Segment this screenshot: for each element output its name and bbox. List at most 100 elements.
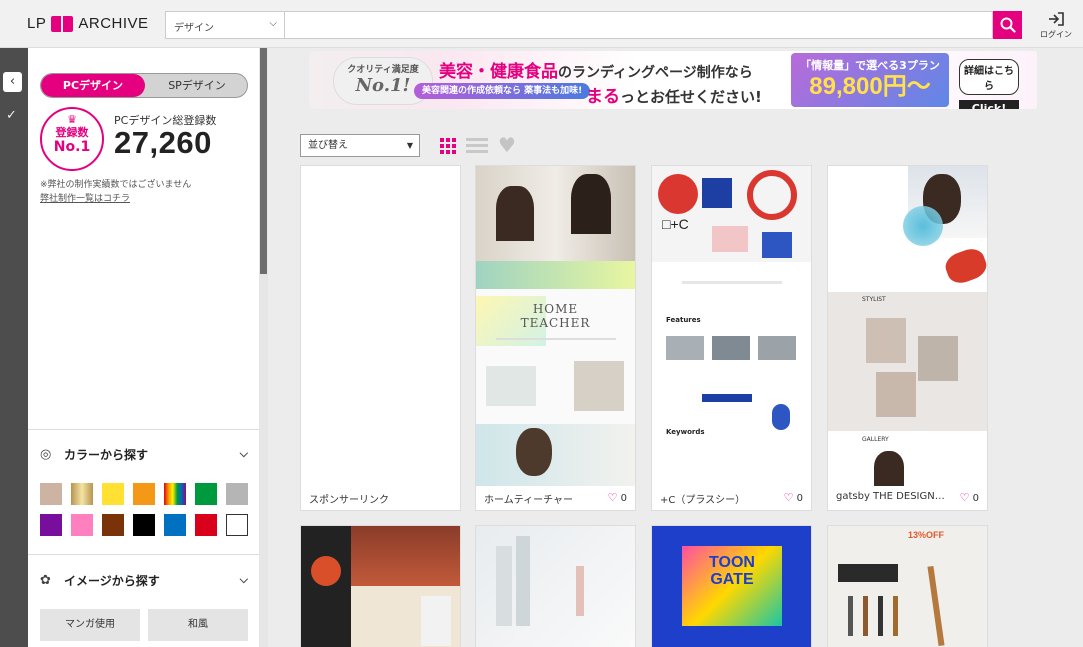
card-apagard[interactable]	[475, 525, 636, 647]
heart-icon: ♡	[783, 491, 794, 504]
card-sponsor[interactable]: スポンサーリンク	[300, 165, 461, 511]
swatch-orange[interactable]	[133, 483, 155, 505]
badge-line2: No.1	[53, 139, 91, 155]
badge-line1: 登録数	[55, 126, 89, 139]
category-select[interactable]: デザイン ⌵	[165, 11, 284, 39]
swatch-yellow[interactable]	[102, 483, 124, 505]
banner-cta[interactable]: 詳細はこちら Click!	[959, 59, 1019, 109]
color-section-title: カラーから探す	[64, 447, 149, 462]
card-title: +C（プラスシー）	[660, 495, 746, 506]
list-view-icon[interactable]	[466, 138, 488, 154]
logo-text-left: LP	[27, 15, 47, 32]
banner-maru: まる	[586, 87, 620, 107]
card-gatsby[interactable]: STYLIST GALLERY gatsby THE DESIGN… ♡ 0	[827, 165, 988, 511]
swatch-green[interactable]	[195, 483, 217, 505]
image-section-title: イメージから探す	[64, 573, 160, 588]
banner-line2: まるっとお任せください!	[586, 82, 762, 107]
banner-plan: 「情報量」で選べる3プラン 89,800円〜	[791, 53, 949, 107]
login-button[interactable]: ログイン	[1040, 11, 1072, 40]
heart-icon: ♡	[959, 491, 970, 504]
site-logo[interactable]: LP ARCHIVE	[27, 15, 149, 32]
card-title: ホームティーチャー	[484, 495, 573, 506]
like-number: 0	[620, 493, 627, 504]
banner-quality: クオリティ満足度	[347, 65, 419, 75]
sort-select[interactable]: 並び替え ▼	[300, 134, 420, 157]
toon-gate-title: TOON GATE	[709, 554, 755, 588]
category-select-value: デザイン	[174, 23, 214, 34]
like-count[interactable]: ♡ 0	[960, 491, 979, 504]
banner-sub: 美容関連の作成依頼なら 薬事法も加味!	[414, 83, 591, 99]
card-shark[interactable]: 13%OFF	[827, 525, 988, 647]
like-count[interactable]: ♡ 0	[608, 491, 627, 504]
divider	[28, 429, 259, 430]
collapse-sidebar-button[interactable]: ‹	[3, 72, 22, 92]
search-bar: デザイン ⌵	[165, 11, 1022, 39]
tag-button-japanese[interactable]: 和風	[148, 609, 248, 641]
heart-icon: ♡	[607, 491, 618, 504]
card-plus-c[interactable]: □+C Features Keywords +C（プラスシー） ♡ 0	[651, 165, 812, 511]
swatch-gray[interactable]	[226, 483, 248, 505]
like-number: 0	[796, 493, 803, 504]
features-heading: Features	[666, 316, 701, 324]
banner-click: Click!	[959, 100, 1019, 109]
card-title: gatsby THE DESIGN…	[836, 491, 945, 502]
search-input[interactable]	[284, 11, 993, 39]
image-search-header[interactable]: ✿ イメージから探す ⌵	[40, 570, 248, 590]
sponsor-thumbnail	[301, 166, 460, 486]
home-teacher-heading: HOME TEACHER	[520, 302, 591, 330]
card-sushi[interactable]	[300, 525, 461, 647]
company-works-link[interactable]: 弊社制作一覧はコチラ	[40, 191, 130, 204]
sale-label: 13%OFF	[908, 530, 945, 540]
banner-plan-title: 「情報量」で選べる3プラン	[800, 59, 940, 72]
device-toggle: PCデザイン SPデザイン	[40, 73, 248, 98]
swatch-white[interactable]	[226, 514, 248, 536]
swatch-blue[interactable]	[164, 514, 186, 536]
sidebar-rail: ‹ ✓	[0, 48, 28, 647]
swatch-black[interactable]	[133, 514, 155, 536]
grid-view-icon[interactable]	[440, 138, 456, 154]
sort-label: 並び替え	[308, 140, 348, 151]
chevron-left-icon: ‹	[9, 74, 16, 89]
banner-line2-tail: っとお任せください!	[620, 88, 762, 106]
disclaimer-note: ※弊社の制作実績数ではございません	[40, 180, 192, 190]
sidebar-scrollbar[interactable]	[259, 48, 268, 647]
scrollbar-thumb[interactable]	[260, 48, 267, 274]
header: LP ARCHIVE デザイン ⌵ ログイン	[0, 0, 1083, 48]
color-wheel-icon: ◎	[40, 446, 52, 462]
like-number: 0	[972, 493, 979, 504]
tag-button-manga[interactable]: マンガ使用	[40, 609, 140, 641]
swatch-purple[interactable]	[40, 514, 62, 536]
sidebar: PCデザイン SPデザイン ♛ 登録数 No.1 PCデザイン総登録数 27,2…	[28, 48, 259, 647]
swatch-beige[interactable]	[40, 483, 62, 505]
swatch-red[interactable]	[195, 514, 217, 536]
like-count[interactable]: ♡ 0	[784, 491, 803, 504]
search-button[interactable]	[993, 11, 1022, 39]
login-icon	[1049, 12, 1064, 26]
toggle-pc-design[interactable]: PCデザイン	[41, 74, 145, 97]
banner-headline: 美容・健康食品のランディングページ制作なら	[439, 57, 753, 82]
banner-detail: 詳細はこちら	[959, 59, 1019, 95]
total-count: 27,260	[114, 125, 212, 160]
ranking-badge: ♛ 登録数 No.1	[40, 107, 104, 171]
keywords-heading: Keywords	[666, 428, 705, 436]
gallery-heading: GALLERY	[862, 436, 889, 443]
banner-plan-price: 89,800円〜	[809, 73, 931, 100]
chevron-down-icon: ⌵	[239, 447, 248, 460]
card-title: スポンサーリンク	[309, 495, 389, 506]
swatch-rainbow[interactable]	[164, 483, 186, 505]
caret-down-icon: ▼	[406, 141, 413, 150]
banner-main-tail: のランディングページ制作なら	[558, 65, 753, 81]
search-icon	[1000, 17, 1016, 33]
color-search-header[interactable]: ◎ カラーから探す ⌵	[40, 444, 248, 464]
favorite-filter-icon[interactable]: ♥	[498, 134, 516, 156]
card-toon-gate[interactable]: TOON GATE	[651, 525, 812, 647]
check-icon[interactable]: ✓	[6, 108, 17, 123]
swatch-gold[interactable]	[71, 483, 93, 505]
card-home-teacher[interactable]: HOME TEACHER ホームティーチャー ♡ 0	[475, 165, 636, 511]
logo-text-right: ARCHIVE	[78, 15, 149, 32]
swatch-pink[interactable]	[71, 514, 93, 536]
promo-banner[interactable]: クオリティ満足度 No.1! 美容・健康食品のランディングページ制作なら 美容関…	[309, 51, 1037, 109]
toggle-sp-design[interactable]: SPデザイン	[145, 74, 247, 97]
plus-c-thumbnail: □+C Features Keywords	[652, 166, 811, 486]
swatch-brown[interactable]	[102, 514, 124, 536]
